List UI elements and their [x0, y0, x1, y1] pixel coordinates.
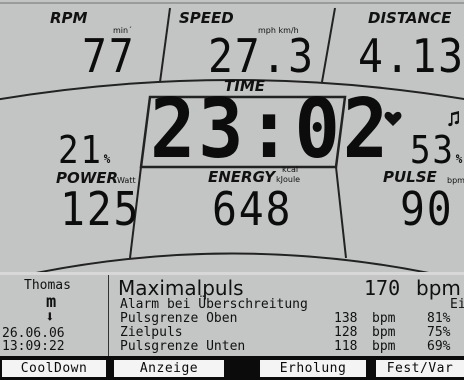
power-percent-value: 21	[58, 128, 103, 172]
time-value: 23:02	[150, 82, 391, 177]
user-box: Thomas m ⬇ 26.06.06 13:09:22	[0, 275, 109, 356]
detail-row-extra: 81%	[427, 311, 451, 326]
pulse-percent-sign: %	[455, 152, 463, 166]
music-note-icon	[448, 111, 459, 127]
softkey-cooldown[interactable]: CoolDown	[2, 360, 106, 377]
info-panel: Thomas m ⬇ 26.06.06 13:09:22 Maximalpuls…	[0, 272, 464, 356]
detail-row-extra: 69%	[427, 339, 451, 354]
softkey-bar: CoolDown Anzeige Erholung Fest/Var	[0, 356, 464, 380]
detail-title-value: 170	[364, 276, 401, 300]
detail-row-value: 138	[334, 311, 358, 326]
detail-row-label: Zielpuls	[120, 325, 183, 340]
user-time: 13:09:22	[2, 339, 65, 354]
detail-row-extra: Ein	[450, 297, 464, 312]
speed-value: 27.3	[208, 29, 315, 83]
detail-row-unit: bpm	[372, 325, 396, 340]
speed-label: SPEED	[179, 9, 234, 27]
distance-value: 4.13	[358, 29, 464, 83]
softkey-fest-var[interactable]: Fest/Var	[376, 360, 464, 377]
energy-unit-kcal: kcal	[282, 165, 299, 174]
lcd-panel: RPM min´ 77 SPEED mph km/h 27.3 DISTANCE…	[0, 0, 464, 272]
detail-row-value: 128	[334, 325, 358, 340]
detail-row-label: Pulsgrenze Unten	[120, 339, 246, 354]
distance-label: DISTANCE	[368, 9, 452, 27]
power-percent-sign: %	[103, 152, 111, 166]
power-value: 125	[60, 182, 141, 236]
rpm-label: RPM	[50, 9, 88, 27]
heart-icon	[384, 111, 402, 126]
pulse-percent-value: 53	[410, 128, 455, 172]
detail-row-label: Pulsgrenze Oben	[120, 311, 238, 326]
rpm-value: 77	[82, 29, 136, 83]
user-name[interactable]: Thomas	[24, 278, 71, 293]
detail-title-unit: bpm	[416, 276, 461, 300]
detail-box: Maximalpuls 170 bpm Alarm bei Überschrei…	[112, 275, 464, 356]
detail-row-value: 118	[334, 339, 358, 354]
pulse-value: 90	[400, 182, 454, 236]
down-arrow-icon: ⬇	[45, 307, 55, 326]
detail-row-unit: bpm	[372, 311, 396, 326]
detail-title: Maximalpuls	[118, 276, 244, 300]
detail-row-label: Alarm bei Überschreitung	[120, 297, 308, 312]
softkey-erholung[interactable]: Erholung	[260, 360, 366, 377]
detail-row-unit: bpm	[372, 339, 396, 354]
softkey-anzeige[interactable]: Anzeige	[114, 360, 224, 377]
energy-value: 648	[212, 182, 293, 236]
console-display: RPM min´ 77 SPEED mph km/h 27.3 DISTANCE…	[0, 0, 464, 380]
detail-row-extra: 75%	[427, 325, 451, 340]
